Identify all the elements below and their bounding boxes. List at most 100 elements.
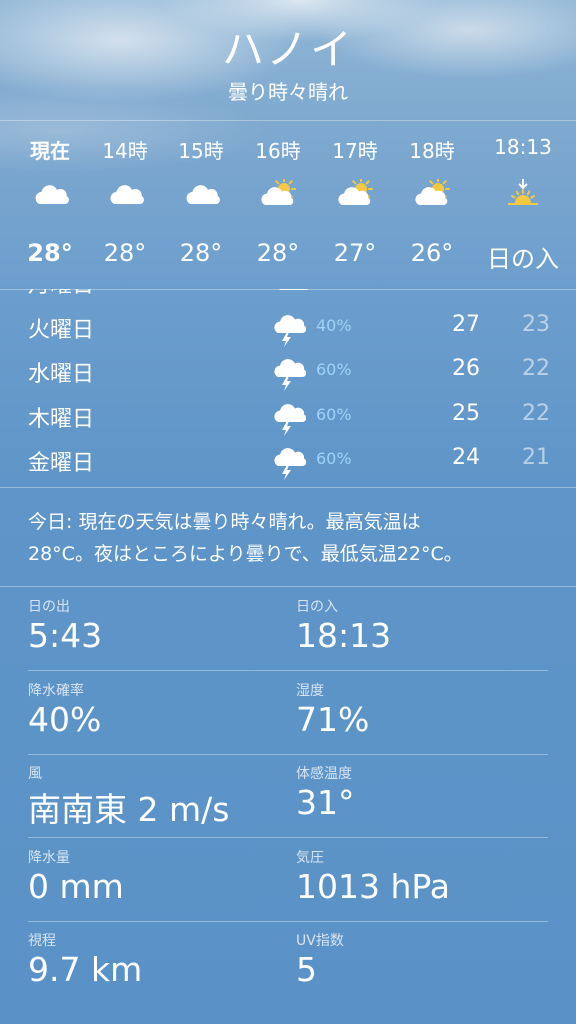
hourly-time: 18時 (409, 139, 455, 163)
hourly-time: 現在 (30, 139, 70, 163)
detail-cell: 風南南東 2 m/s (28, 753, 278, 837)
low-temp: 21 (522, 445, 550, 470)
precip-chance: 60% (316, 360, 352, 379)
partly-sunny-icon (334, 177, 376, 209)
detail-value: 31° (296, 783, 355, 822)
detail-value: 40% (28, 699, 102, 739)
detail-label: 気圧 (296, 849, 324, 866)
detail-label: 体感温度 (296, 766, 352, 782)
daily-row: 木曜日 60% 25 22 (0, 395, 576, 439)
detail-cell: 湿度 71% (296, 670, 546, 754)
hourly-item: 現在 28° (8, 121, 92, 289)
hourly-forecast[interactable]: 現在 28° 14時 28° 15時 28° 16時 28° 17時 27° 18時 26° 18:13… (0, 120, 576, 290)
precip-chance: 40% (316, 315, 352, 335)
detail-row: 降水量 0 mm 気圧 1013 hPa (28, 837, 548, 922)
detail-row: 日の出 5:43 日の入 18:13 (28, 586, 548, 671)
thunderstorm-icon (270, 443, 307, 481)
hourly-item: 14時 28° (83, 121, 167, 289)
cloud-icon (180, 179, 222, 209)
hourly-item: 16時 28° (236, 121, 320, 289)
low-temp: 23 (500, 289, 550, 292)
detail-row: 視程 9.7 km UV指数 5 (28, 920, 548, 1004)
hourly-temp: 27° (333, 239, 377, 267)
detail-label: 降水確率 (28, 682, 84, 699)
detail-cell: 降水確率 40% (28, 670, 278, 754)
hourly-temp: 28° (256, 239, 300, 267)
detail-value: 71% (296, 699, 370, 739)
low-temp: 22 (522, 356, 550, 381)
hourly-time: 16時 (255, 139, 301, 163)
hourly-time: 14時 (102, 139, 148, 163)
detail-cell: 日の出 5:43 (28, 586, 278, 670)
low-temp: 22 (522, 400, 550, 426)
detail-cell: 体感温度 31° (296, 753, 546, 837)
detail-label: UV指数 (296, 933, 344, 949)
hourly-item: 18時 26° (390, 121, 474, 289)
hourly-item: 17時 27° (313, 121, 397, 289)
detail-value: 18:13 (296, 616, 392, 655)
hourly-time: 17時 (332, 139, 378, 163)
high-temp: 25 (452, 400, 480, 426)
daily-row: 火曜日 40% 27 23 (0, 306, 576, 350)
hourly-temp: 28° (27, 239, 73, 267)
thunderstorm-icon (270, 354, 307, 392)
cloud-icon (104, 179, 146, 209)
hourly-temp: 28° (179, 239, 223, 267)
partly-sunny-icon (411, 177, 453, 209)
hourly-item: 15時 28° (159, 121, 243, 289)
detail-cell: 降水量 0 mm (28, 837, 278, 921)
detail-label: 視程 (28, 933, 56, 949)
summary-line: 28°C。夜はところにより曇りで、最低気温22°C。 (28, 543, 463, 565)
detail-label: 日の出 (28, 599, 70, 615)
day-name: 木曜日 (28, 406, 95, 432)
precip-chance: 60% (316, 449, 352, 468)
daily-forecast[interactable]: 月曜日 27 23 火曜日 40% 27 23 水曜日 60% 26 22 木曜日 60% 25 22 金曜日… (0, 289, 576, 488)
detail-value: 0 mm (28, 866, 124, 906)
precip-chance: 60% (316, 404, 352, 424)
city-name: ハノイ (221, 25, 354, 74)
detail-cell: 気圧 1013 hPa (296, 837, 546, 921)
day-name: 金曜日 (28, 451, 95, 476)
detail-label: 降水量 (28, 849, 70, 866)
detail-value: 9.7 km (28, 950, 143, 989)
day-name: 水曜日 (28, 362, 95, 387)
sunset-icon (502, 179, 544, 209)
detail-value: 1013 hPa (296, 866, 451, 906)
detail-cell: 日の入 18:13 (296, 586, 546, 670)
detail-cell: 視程 9.7 km (28, 920, 278, 1004)
detail-value: 5:43 (28, 616, 103, 655)
hourly-temp: 26° (410, 239, 454, 267)
detail-label: 風 (28, 766, 42, 782)
hourly-item: 18:13 日の入 (481, 121, 565, 289)
high-temp: 27 (430, 289, 480, 292)
location-header: ハノイ 曇り時々晴れ (0, 0, 576, 120)
daily-row: 金曜日 60% 24 21 (0, 439, 576, 483)
current-condition: 曇り時々晴れ (228, 80, 348, 104)
detail-label: 日の入 (296, 599, 338, 615)
day-name: 火曜日 (28, 317, 95, 343)
cloud-icon (270, 289, 309, 303)
cloud-icon (29, 179, 71, 209)
thunderstorm-icon (270, 399, 307, 437)
hourly-temp: 28° (103, 239, 147, 267)
detail-value: 南南東 2 m/s (28, 790, 230, 829)
detail-cell: UV指数 5 (296, 920, 546, 1004)
hourly-time: 15時 (178, 139, 224, 163)
today-summary: 今日: 現在の天気は曇り時々晴れ。最高気温は 28°C。夜はところにより曇りで、… (28, 506, 558, 570)
detail-row: 降水確率 40% 湿度 71% (28, 670, 548, 755)
low-temp: 23 (522, 311, 550, 337)
high-temp: 27 (452, 311, 480, 337)
hourly-time: 18:13 (494, 135, 552, 159)
hourly-temp: 日の入 (487, 245, 559, 273)
detail-value: 5 (296, 950, 317, 989)
partly-sunny-icon (257, 177, 299, 209)
detail-row: 風南南東 2 m/s 体感温度 31° (28, 753, 548, 838)
daily-row: 月曜日 27 23 (0, 289, 576, 305)
high-temp: 26 (452, 356, 480, 381)
summary-line: 今日: 現在の天気は曇り時々晴れ。最高気温は (28, 511, 421, 533)
detail-label: 湿度 (296, 682, 324, 699)
daily-row: 水曜日 60% 26 22 (0, 350, 576, 394)
high-temp: 24 (452, 445, 480, 470)
day-name: 月曜日 (28, 289, 94, 299)
thunderstorm-icon (270, 310, 307, 348)
